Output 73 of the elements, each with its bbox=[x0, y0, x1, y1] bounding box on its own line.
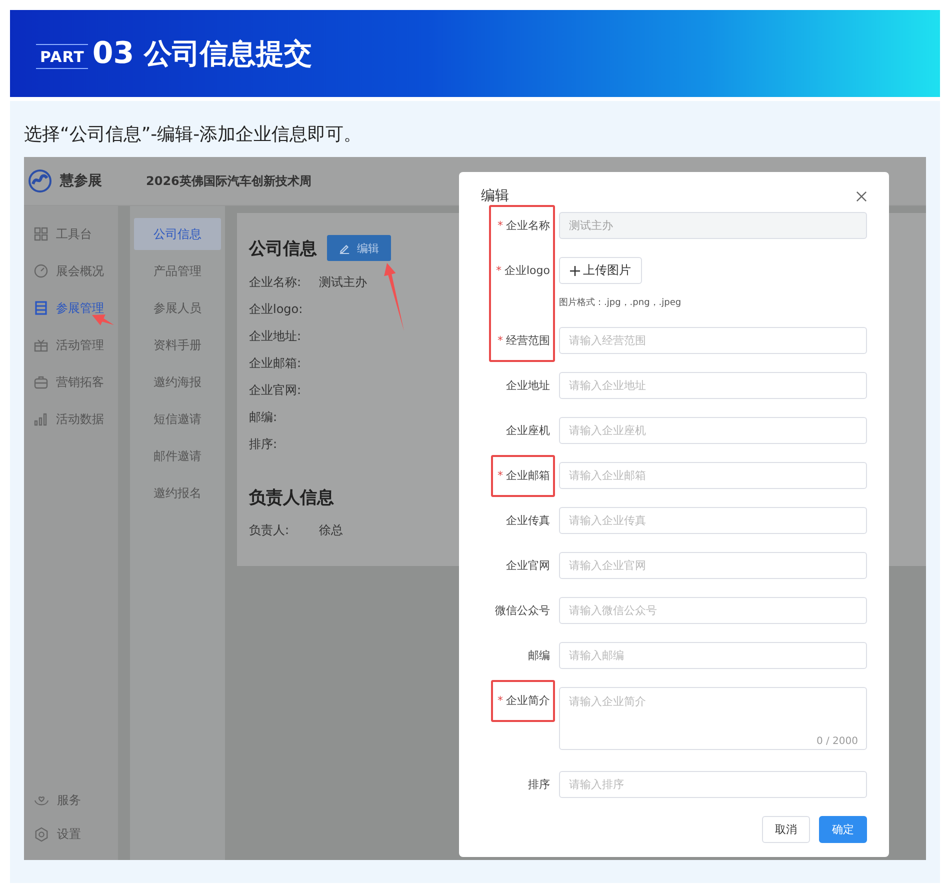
upload-button[interactable]: 上传图片 bbox=[559, 257, 642, 284]
submenu-item[interactable]: 邀约海报 bbox=[134, 366, 221, 398]
input-field[interactable]: 请输入微信公众号 bbox=[559, 597, 867, 624]
gift-icon bbox=[34, 338, 48, 352]
field-label: 微信公众号 bbox=[494, 603, 551, 619]
gauge-icon bbox=[34, 264, 48, 278]
input-field[interactable]: 请输入企业座机 bbox=[559, 417, 867, 444]
submenu-item[interactable]: 公司信息 bbox=[134, 218, 221, 250]
input-field[interactable]: 请输入企业邮箱 bbox=[559, 462, 867, 489]
sidebar-item[interactable]: 工具台 bbox=[24, 222, 118, 246]
event-title: 2026英佛国际汽车创新技术周 bbox=[146, 172, 312, 190]
submenu-item[interactable]: 资料手册 bbox=[134, 329, 221, 361]
section-title: 公司信息提交 bbox=[144, 36, 312, 72]
char-counter: 0 / 2000 bbox=[816, 736, 858, 747]
field-label: 企业邮箱: bbox=[249, 355, 302, 372]
section-heading: 公司信息 bbox=[249, 238, 317, 260]
part-number: 03 bbox=[92, 36, 134, 71]
plus-icon bbox=[570, 266, 580, 276]
input-field[interactable]: 请输入企业地址 bbox=[559, 372, 867, 399]
field-value: 测试主办 bbox=[319, 274, 367, 291]
cancel-button[interactable]: 取消 bbox=[762, 816, 810, 843]
submenu-item[interactable]: 短信邀请 bbox=[134, 403, 221, 435]
submenu-item[interactable]: 参展人员 bbox=[134, 292, 221, 324]
field-label: 邮编: bbox=[249, 409, 278, 426]
brand-name: 慧参展 bbox=[60, 172, 102, 190]
edit-button[interactable]: 编辑 bbox=[327, 235, 391, 261]
input-field[interactable]: 请输入排序 bbox=[559, 771, 867, 798]
sidebar-item[interactable]: 活动管理 bbox=[24, 333, 118, 357]
sidebar-item[interactable]: 设置 bbox=[24, 822, 118, 846]
input-field[interactable]: 请输入邮编 bbox=[559, 642, 867, 669]
field-label: * 企业名称 bbox=[496, 218, 551, 234]
field-label: * 企业logo bbox=[495, 263, 551, 279]
field-label: 企业名称: bbox=[249, 274, 302, 291]
close-icon[interactable] bbox=[856, 190, 867, 202]
sidebar-item[interactable]: 参展管理 bbox=[24, 296, 118, 320]
sidebar-item[interactable]: 服务 bbox=[24, 788, 118, 812]
confirm-button[interactable]: 确定 bbox=[819, 816, 867, 843]
input-field[interactable]: 请输入经营范围 bbox=[559, 327, 867, 354]
input-field[interactable]: 请输入企业官网 bbox=[559, 552, 867, 579]
logo-icon bbox=[28, 169, 52, 193]
submenu-item[interactable]: 邀约报名 bbox=[134, 477, 221, 509]
field-label: 企业座机 bbox=[505, 423, 551, 439]
input-field[interactable]: 请输入企业传真 bbox=[559, 507, 867, 534]
section-heading: 负责人信息 bbox=[249, 487, 335, 509]
dialog-title: 编辑 bbox=[481, 187, 509, 205]
field-label: 负责人: bbox=[249, 522, 290, 539]
format-hint: 图片格式：.jpg，.png，.jpeg bbox=[559, 296, 682, 309]
field-label: 排序 bbox=[527, 777, 551, 793]
field-label: * 企业邮箱 bbox=[496, 468, 551, 484]
sidebar-item[interactable]: 展会概况 bbox=[24, 259, 118, 283]
list-icon bbox=[34, 301, 48, 315]
field-label: 企业官网: bbox=[249, 382, 302, 399]
sidebar-item[interactable]: 活动数据 bbox=[24, 407, 118, 431]
submenu-item[interactable]: 产品管理 bbox=[134, 255, 221, 287]
field-label: 企业logo: bbox=[249, 301, 304, 318]
part-label: PART bbox=[36, 44, 88, 69]
field-label: 企业地址 bbox=[505, 378, 551, 394]
field-value: 徐总 bbox=[319, 522, 343, 539]
field-label: 企业地址: bbox=[249, 328, 302, 345]
submenu-item[interactable]: 邮件邀请 bbox=[134, 440, 221, 472]
briefcase-icon bbox=[34, 375, 48, 389]
bar-chart-icon bbox=[34, 412, 48, 426]
field-label: * 企业简介 bbox=[496, 693, 551, 709]
sidebar-item[interactable]: 营销拓客 bbox=[24, 370, 118, 394]
field-label: 企业传真 bbox=[505, 513, 551, 529]
grid-icon bbox=[34, 227, 48, 241]
field-label: 排序: bbox=[249, 436, 278, 453]
field-label: 邮编 bbox=[527, 648, 551, 664]
settings-icon bbox=[34, 826, 49, 842]
field-label: 企业官网 bbox=[505, 558, 551, 574]
field-label: * 经营范围 bbox=[496, 333, 551, 349]
pencil-icon bbox=[339, 242, 350, 254]
instruction-text: 选择“公司信息”-编辑-添加企业信息即可。 bbox=[24, 123, 363, 147]
